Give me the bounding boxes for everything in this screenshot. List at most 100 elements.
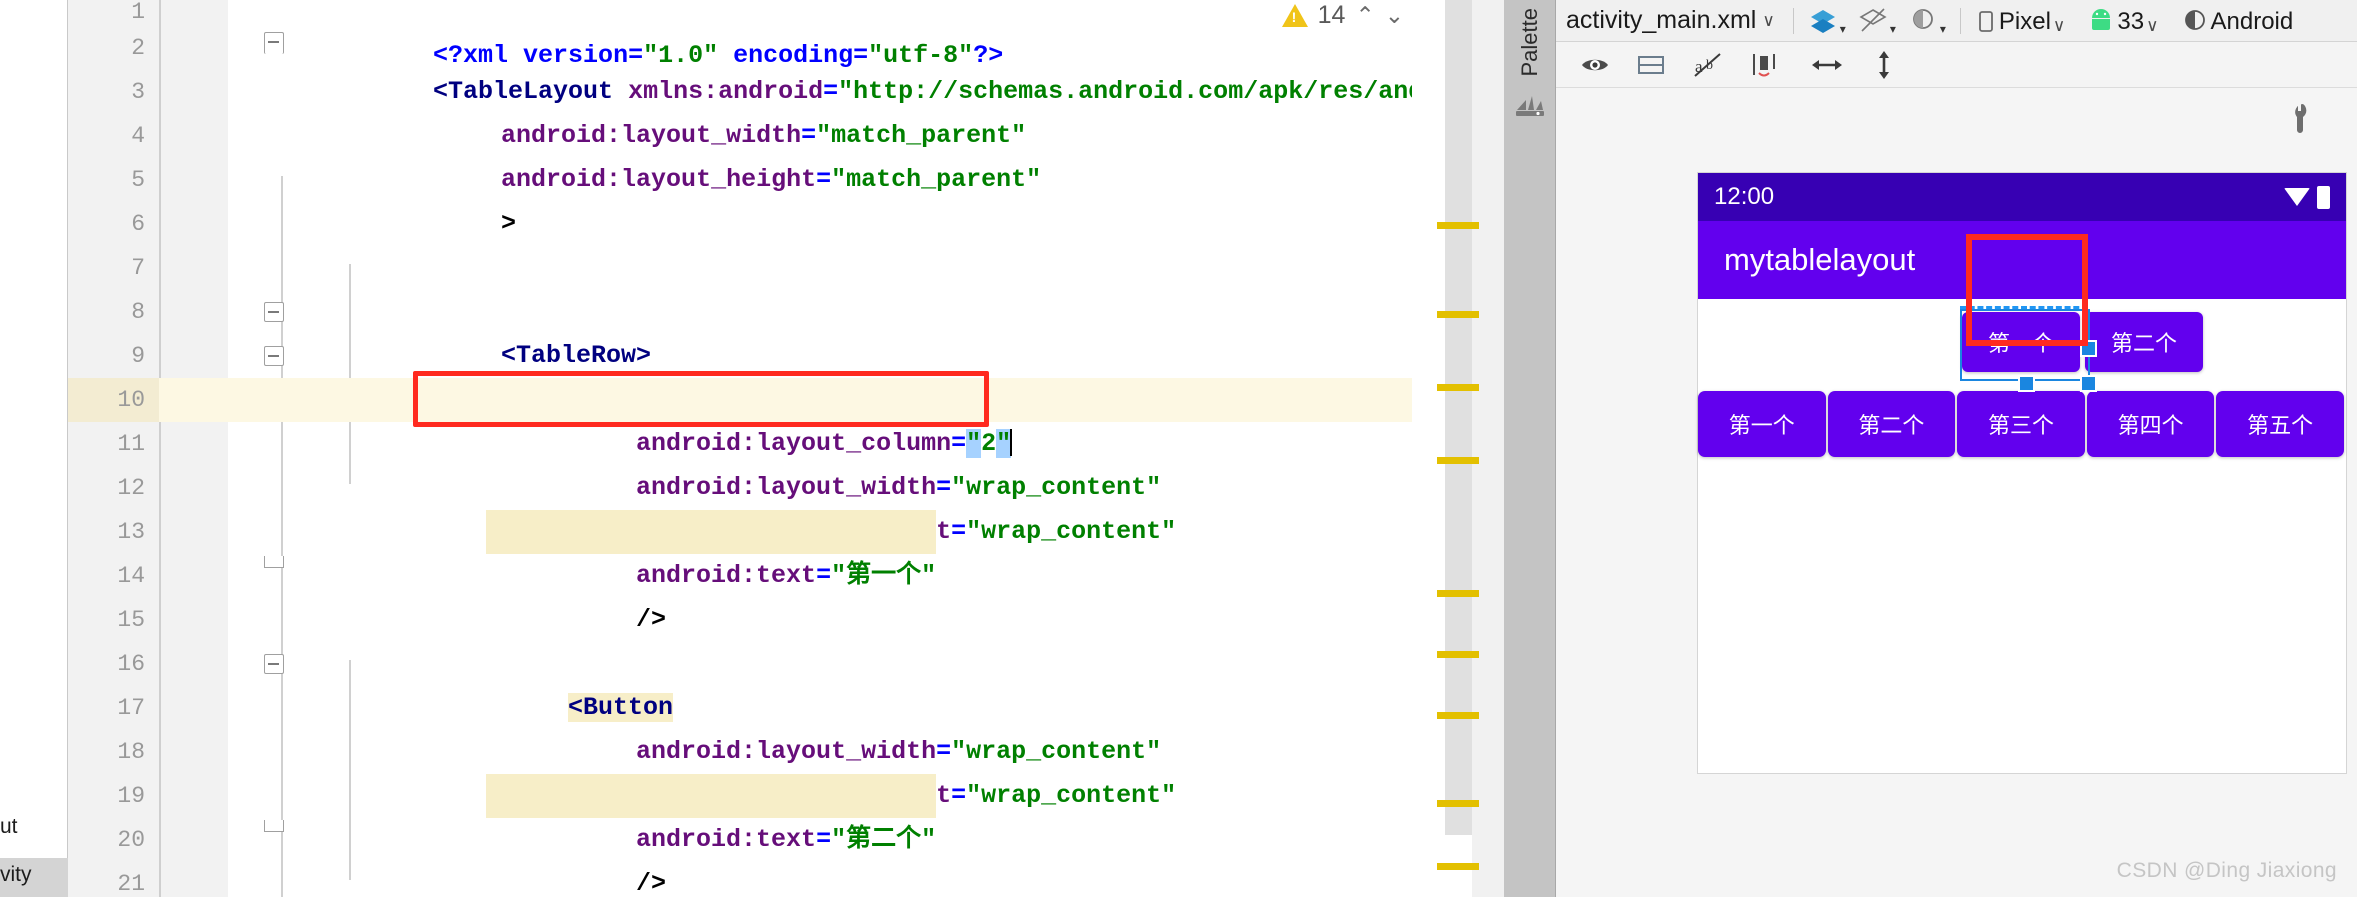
fold-end-marker[interactable]	[264, 820, 284, 832]
api-level: 33	[2117, 7, 2145, 35]
theme-selector[interactable]: Android	[2175, 6, 2300, 36]
blueprint-view-chevron-down-icon[interactable]: ▾	[1890, 22, 1896, 36]
line-number: 2	[68, 26, 159, 70]
next-issue-chevron-down-icon[interactable]: ⌄	[1385, 3, 1404, 27]
design-options-toolbar[interactable]: a b	[1556, 42, 2357, 88]
warning-marker[interactable]	[1437, 712, 1479, 719]
eye-visibility-icon[interactable]	[1580, 52, 1610, 78]
editor-marker-track[interactable]	[1412, 0, 1504, 897]
line-number: 15	[68, 598, 159, 642]
code-line[interactable]: 4 android:layout_height="match_parent"	[68, 114, 1504, 194]
api-level-selector[interactable]: 33 ∨	[2081, 6, 2174, 36]
project-tree-item-activity[interactable]: vity	[0, 858, 68, 897]
blueprint-view-button[interactable]: ▾	[1852, 6, 1902, 36]
warning-marker[interactable]	[1437, 384, 1479, 391]
vertical-resize-icon[interactable]	[1870, 50, 1898, 80]
fold-end-marker[interactable]	[264, 556, 284, 568]
horizontal-resize-icon[interactable]	[1810, 51, 1844, 79]
resize-handle-bottom[interactable]	[2018, 375, 2035, 392]
line-number: 9	[68, 334, 159, 378]
warning-marker[interactable]	[1437, 651, 1479, 658]
inspection-widget[interactable]: 14 ⌃ ⌄	[1281, 0, 1404, 30]
palette-component-icon	[1516, 96, 1544, 116]
design-canvas[interactable]: 12:00 mytablelayout 第一个 第二个 第一个 第二个 第三个 …	[1556, 88, 2357, 897]
line-number: 4	[68, 114, 159, 158]
palette-tool-strip[interactable]: Palette	[1504, 0, 1556, 897]
warning-marker[interactable]	[1437, 590, 1479, 597]
code-line[interactable]: 7	[68, 246, 1504, 290]
fold-marker[interactable]	[264, 32, 284, 54]
line-number: 12	[68, 466, 159, 510]
design-view-button[interactable]: ▾	[1802, 6, 1852, 36]
fold-marker[interactable]	[264, 346, 284, 366]
toolbar-divider	[1959, 7, 1961, 34]
alignment-guides-icon[interactable]	[1750, 51, 1784, 79]
preview-button-row2-5[interactable]: 第五个	[2216, 391, 2344, 457]
fold-marker[interactable]	[264, 302, 284, 322]
editor-scrollbar-thumb[interactable]	[1445, 0, 1472, 835]
warning-marker[interactable]	[1437, 311, 1479, 318]
device-selector[interactable]: Pixel ∨	[1969, 6, 2081, 36]
warning-count: 14	[1317, 0, 1346, 29]
device-chevron-down-icon[interactable]: ∨	[2053, 16, 2065, 36]
xml-code-editor[interactable]: 1 <?xml version="1.0" encoding="utf-8"?>…	[68, 0, 1504, 897]
warning-marker[interactable]	[1437, 457, 1479, 464]
code-line[interactable]: 15	[68, 598, 1504, 642]
code-line[interactable]: 17 android:layout_width="wrap_content"	[68, 686, 1504, 766]
theme-contrast-icon	[1912, 8, 1933, 29]
wrench-settings-icon[interactable]	[2283, 100, 2317, 134]
theme-chevron-down-icon[interactable]: ▾	[1940, 22, 1946, 36]
line-number: 13	[68, 510, 159, 554]
blueprint-text-ab-icon[interactable]: a b	[1692, 51, 1724, 79]
warning-marker[interactable]	[1437, 800, 1479, 807]
project-tree-item-layout[interactable]: ut	[0, 812, 68, 842]
fold-marker[interactable]	[264, 654, 284, 674]
android-robot-icon	[2092, 8, 2111, 30]
device-phone-icon	[1978, 10, 1993, 32]
previous-issue-chevron-up-icon[interactable]: ⌃	[1355, 3, 1374, 27]
open-file-name[interactable]: activity_main.xml	[1566, 6, 1762, 35]
code-line[interactable]: 11 android:layout_width="wrap_content"	[68, 422, 1504, 502]
file-chevron-down-icon[interactable]: ∨	[1762, 11, 1774, 31]
code-line[interactable]: 3 android:layout_width="match_parent"	[68, 70, 1504, 150]
device-name: Pixel	[1998, 7, 2051, 35]
code-line[interactable]: 13 android:text="第一个"	[68, 510, 1504, 590]
preview-button-row1-2[interactable]: 第二个	[2085, 311, 2204, 372]
preview-button-row2-3[interactable]: 第三个	[1957, 391, 2085, 457]
code-line[interactable]: 19 android:text="第二个"	[68, 774, 1504, 854]
palette-label[interactable]: Palette	[1517, 8, 1543, 77]
line-number: 5	[68, 158, 159, 202]
code-line[interactable]: 18 android:layout_height="wrap_content"	[68, 730, 1504, 810]
line-number: 11	[68, 422, 159, 466]
design-preview-panel[interactable]: activity_main.xml ∨ ▾ ▾ ▾ Pixel ∨ 33 ∨ A…	[1556, 0, 2357, 897]
table-layout-content[interactable]: 第一个 第二个 第一个 第二个 第三个 第四个 第五个	[1698, 299, 2346, 773]
warning-marker[interactable]	[1437, 863, 1479, 870]
api-chevron-down-icon[interactable]: ∨	[2146, 16, 2158, 36]
design-view-chevron-down-icon[interactable]: ▾	[1840, 22, 1846, 36]
resize-handle-corner[interactable]	[2080, 375, 2097, 392]
code-line-highlighted[interactable]: 10 android:layout_column="2"	[68, 378, 1504, 458]
preview-button-row2-2[interactable]: 第二个	[1827, 391, 1956, 457]
project-tree-stub: ut vity	[0, 0, 68, 897]
code-line[interactable]: 6	[68, 202, 1504, 246]
line-number: 7	[68, 246, 159, 290]
code-line[interactable]: 12 android:layout_height="wrap_content"	[68, 466, 1504, 546]
resize-handle-right[interactable]	[2080, 340, 2097, 357]
warning-triangle-icon	[1281, 3, 1308, 27]
code-line[interactable]: 21	[68, 862, 1504, 897]
preview-button-row2-4[interactable]: 第四个	[2086, 391, 2215, 457]
theme-contrast-button[interactable]: ▾	[1902, 6, 1952, 36]
code-lines[interactable]: 1 <?xml version="1.0" encoding="utf-8"?>…	[68, 0, 1504, 897]
app-bar: mytablelayout	[1698, 221, 2346, 299]
toolbar-divider	[1792, 7, 1794, 34]
warning-marker[interactable]	[1437, 222, 1479, 229]
design-toolbar[interactable]: activity_main.xml ∨ ▾ ▾ ▾ Pixel ∨ 33 ∨ A…	[1556, 0, 2357, 42]
device-preview[interactable]: 12:00 mytablelayout 第一个 第二个 第一个 第二个 第三个 …	[1698, 173, 2346, 773]
preview-button-row1-1[interactable]: 第一个	[1962, 311, 2081, 372]
layout-decorations-icon[interactable]	[1636, 52, 1666, 78]
blueprint-view-icon	[1859, 7, 1887, 32]
table-row-2[interactable]: 第一个 第二个 第三个 第四个 第五个	[1698, 391, 2346, 457]
code-line[interactable]: 5 >	[68, 158, 1504, 238]
table-row-1[interactable]: 第一个 第二个	[1698, 299, 2346, 384]
preview-button-row2-1[interactable]: 第一个	[1698, 391, 1826, 457]
